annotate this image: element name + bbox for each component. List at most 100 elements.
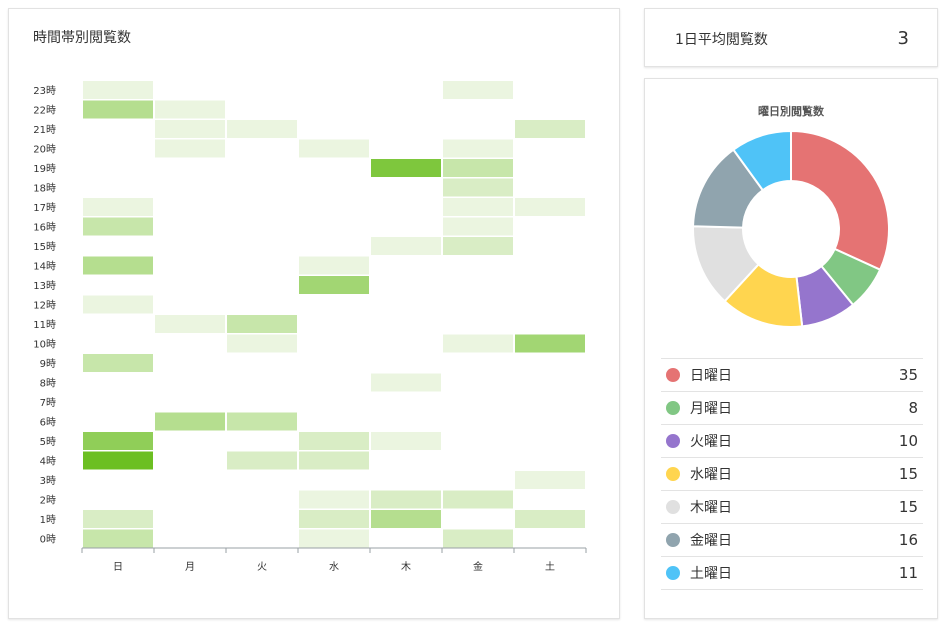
weekday-tick-label: 土 — [545, 560, 555, 573]
legend-swatch — [666, 368, 680, 382]
legend-item: 木曜日 15 — [661, 491, 923, 524]
weekday-tick-label: 月 — [185, 561, 195, 573]
heatmap-cell — [227, 412, 297, 431]
heatmap-cell — [83, 81, 153, 99]
heatmap-cell — [83, 256, 153, 275]
hour-tick-label: 6時 — [40, 416, 56, 428]
hourly-views-card: 時間帯別閲覧数 0時 1時 2時 3時 4時 5時 6時 7時 8時 9時 10時 11時 12時 13時… — [8, 8, 620, 619]
heatmap-cell — [83, 529, 153, 548]
weekday-donut-chart — [692, 129, 890, 328]
legend-value: 35 — [898, 366, 918, 384]
weekday-legend: 日曜日 35 月曜日 8 火曜日 10 水曜日 15 木曜日 15 金曜日 16 土曜日 11 — [661, 358, 923, 590]
hourly-views-heatmap: 0時 1時 2時 3時 4時 5時 6時 7時 8時 9時 10時 11時 12時 13時 14時 15時 16… — [33, 81, 587, 573]
heatmap-cell — [155, 120, 225, 138]
heatmap-cell — [515, 120, 585, 138]
hour-tick-label: 1時 — [40, 514, 56, 526]
hour-tick-label: 13時 — [33, 280, 56, 292]
legend-label: 土曜日 — [690, 566, 732, 582]
hour-tick-label: 19時 — [33, 163, 56, 175]
weekday-tick-label: 日 — [113, 562, 123, 573]
legend-item: 土曜日 11 — [661, 557, 923, 590]
heatmap-cell — [83, 432, 153, 450]
heatmap-cell — [371, 490, 441, 509]
heatmap-cell — [83, 100, 153, 119]
hour-tick-label: 17時 — [33, 202, 56, 214]
weekday-tick-label: 木 — [401, 561, 411, 573]
legend-value: 11 — [898, 564, 918, 582]
legend-label: 木曜日 — [690, 500, 732, 516]
heatmap-cell — [371, 237, 441, 255]
legend-item: 水曜日 15 — [661, 458, 923, 491]
hour-tick-label: 8時 — [40, 377, 56, 389]
legend-value: 16 — [898, 531, 918, 549]
hour-tick-label: 14時 — [33, 260, 56, 272]
legend-item: 金曜日 16 — [661, 524, 923, 557]
legend-swatch — [666, 566, 680, 580]
daily-average-label: 1日平均閲覧数 — [675, 32, 768, 48]
legend-swatch — [666, 434, 680, 448]
daily-average-value: 3 — [897, 28, 909, 49]
legend-value: 8 — [908, 399, 918, 417]
heatmap-cell — [299, 510, 369, 528]
hour-tick-label: 12時 — [33, 299, 56, 311]
heatmap-cell — [299, 276, 369, 294]
hour-tick-label: 2時 — [40, 494, 56, 506]
donut-slice — [790, 129, 890, 272]
daily-average-card: 1日平均閲覧数 3 — [644, 8, 938, 67]
weekday-tick-label: 水 — [329, 561, 339, 573]
heatmap-cell — [443, 139, 513, 158]
heatmap-cell — [371, 159, 441, 177]
legend-swatch — [666, 467, 680, 481]
legend-label: 日曜日 — [690, 368, 732, 384]
heatmap-cell — [155, 100, 225, 119]
legend-label: 月曜日 — [690, 401, 732, 417]
heatmap-cell — [227, 315, 297, 333]
heatmap-cell — [299, 529, 369, 548]
heatmap-cell — [443, 490, 513, 509]
hour-tick-label: 20時 — [33, 143, 56, 155]
heatmap-cell — [299, 256, 369, 275]
legend-label: 金曜日 — [690, 533, 732, 549]
heatmap-cell — [83, 198, 153, 216]
heatmap-cell — [299, 432, 369, 450]
heatmap-cell — [443, 198, 513, 216]
heatmap-cell — [227, 451, 297, 470]
hour-tick-label: 22時 — [33, 104, 56, 116]
heatmap-cell — [515, 198, 585, 216]
hour-tick-label: 4時 — [40, 455, 56, 467]
legend-swatch — [666, 500, 680, 514]
weekday-tick-label: 金 — [473, 560, 483, 573]
hour-tick-label: 10時 — [33, 338, 56, 350]
hour-tick-label: 23時 — [33, 85, 56, 97]
weekday-views-card: 曜日別閲覧数 日曜日 35 月曜日 8 火曜日 10 水曜日 15 木曜日 15 金曜日 16 土曜日 1… — [644, 78, 938, 619]
heatmap-cell — [155, 315, 225, 333]
heatmap-cell — [155, 139, 225, 158]
heatmap-cell — [443, 529, 513, 548]
heatmap-cell — [443, 81, 513, 99]
hour-tick-label: 16時 — [33, 221, 56, 233]
legend-value: 10 — [898, 432, 918, 450]
heatmap-cell — [83, 510, 153, 528]
heatmap-cell — [371, 373, 441, 392]
heatmap-cell — [299, 451, 369, 470]
hour-tick-label: 18時 — [33, 182, 56, 194]
hour-tick-label: 9時 — [40, 358, 56, 370]
heatmap-cell — [83, 354, 153, 372]
heatmap-cell — [443, 159, 513, 177]
heatmap-cell — [371, 510, 441, 528]
heatmap-cell — [83, 451, 153, 470]
heatmap-cell — [227, 120, 297, 138]
hour-tick-label: 15時 — [33, 241, 56, 253]
heatmap-cell — [371, 432, 441, 450]
hour-tick-label: 5時 — [40, 436, 56, 448]
weekday-tick-label: 火 — [257, 561, 267, 573]
legend-value: 15 — [898, 498, 918, 516]
heatmap-cell — [443, 334, 513, 353]
heatmap-cell — [515, 510, 585, 528]
heatmap-cell — [443, 237, 513, 255]
heatmap-cell — [515, 471, 585, 489]
heatmap-cell — [83, 295, 153, 314]
heatmap-cell — [299, 490, 369, 509]
legend-item: 火曜日 10 — [661, 425, 923, 458]
hour-tick-label: 11時 — [33, 319, 56, 331]
